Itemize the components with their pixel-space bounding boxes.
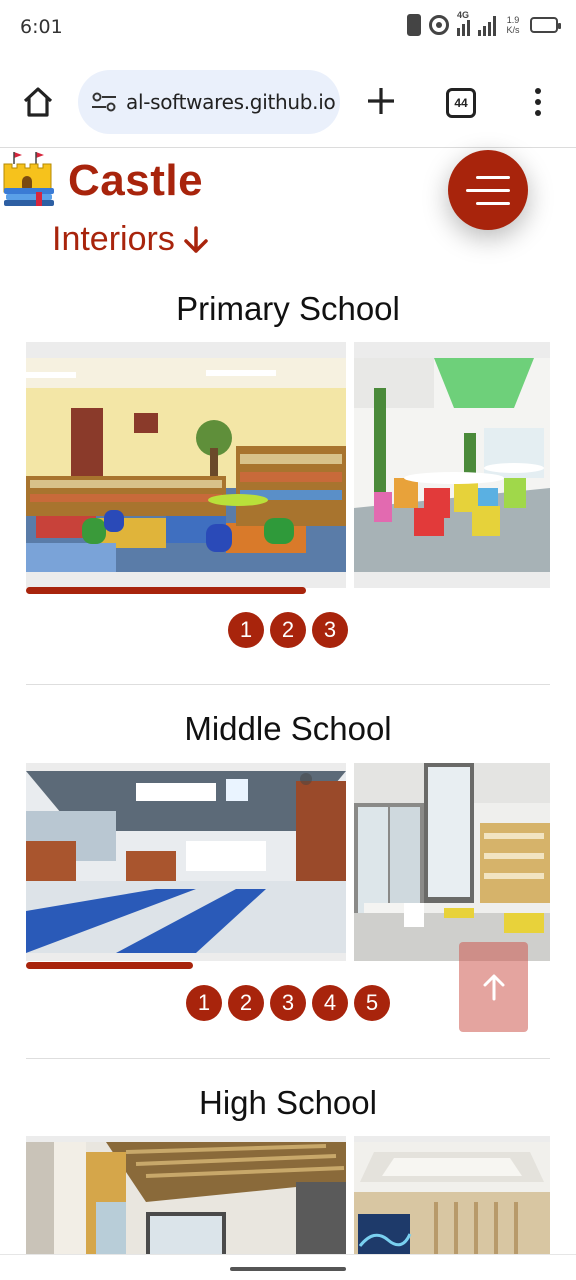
status-time: 6:01	[20, 16, 63, 38]
arrow-up-icon	[483, 974, 504, 1001]
section-divider	[26, 1058, 550, 1059]
hotspot-icon	[429, 15, 449, 35]
page-dot-middle-2[interactable]: 2	[228, 985, 264, 1021]
vibrate-icon	[407, 14, 421, 36]
more-menu-icon[interactable]	[528, 84, 548, 120]
browser-toolbar: al-softwares.github.io 44	[0, 56, 576, 148]
page-dot-middle-1[interactable]: 1	[186, 985, 222, 1021]
classroom-library-image	[26, 358, 346, 572]
castle-logo-icon[interactable]	[2, 150, 58, 208]
carousel-slide-high-2[interactable]	[354, 1136, 550, 1254]
arrow-down-icon	[184, 225, 208, 253]
pagination-primary: 1 2 3	[0, 612, 576, 648]
home-icon[interactable]	[20, 84, 56, 120]
signal-strength-icon	[478, 14, 496, 36]
site-settings-icon[interactable]	[90, 90, 118, 114]
address-bar[interactable]: al-softwares.github.io	[78, 70, 340, 134]
page-dot-middle-4[interactable]: 4	[312, 985, 348, 1021]
section-title-high-school: High School	[199, 1084, 377, 1121]
carousel-slide-high-1[interactable]	[26, 1136, 346, 1254]
tab-switcher-icon[interactable]: 44	[446, 88, 476, 118]
new-tab-icon[interactable]	[362, 82, 400, 120]
status-icons: 4G 1.9 K/s	[407, 10, 561, 36]
atrium-ceiling-image	[354, 1142, 550, 1254]
carousel-slide-primary-1[interactable]	[26, 342, 346, 588]
locker-hallway-image	[26, 771, 346, 953]
gesture-handle[interactable]	[230, 1267, 346, 1271]
page-dot-primary-3[interactable]: 3	[312, 612, 348, 648]
page-dot-middle-3[interactable]: 3	[270, 985, 306, 1021]
system-navigation-bar	[0, 1254, 576, 1280]
signal-icon: 4G	[457, 10, 470, 36]
network-type: 4G	[457, 10, 470, 20]
tagline: Interiors	[52, 220, 211, 259]
brand-name[interactable]: Castle	[68, 156, 203, 206]
scroll-to-top-button[interactable]	[459, 942, 528, 1032]
carousel-progress-middle	[26, 962, 193, 969]
colorful-cafeteria-image	[354, 358, 550, 572]
section-divider	[26, 684, 550, 685]
network-speed: 1.9 K/s	[506, 15, 520, 35]
carousel-slide-primary-2[interactable]	[354, 342, 550, 588]
page-dot-primary-2[interactable]: 2	[270, 612, 306, 648]
lounge-seating-image	[354, 763, 550, 961]
section-title-middle-school: Middle School	[184, 710, 392, 747]
page-dot-primary-1[interactable]: 1	[228, 612, 264, 648]
page-dot-middle-5[interactable]: 5	[354, 985, 390, 1021]
wood-ceiling-corridor-image	[26, 1142, 346, 1254]
section-title-primary-school: Primary School	[176, 290, 400, 327]
carousel-slide-middle-2[interactable]	[354, 763, 550, 961]
carousel-progress-primary	[26, 587, 306, 594]
tagline-text: Interiors	[52, 220, 175, 258]
carousel-slide-middle-1[interactable]	[26, 763, 346, 961]
battery-icon	[530, 17, 561, 33]
hamburger-menu-icon[interactable]	[448, 150, 528, 230]
url-text[interactable]: al-softwares.github.io	[126, 90, 335, 114]
status-bar: 6:01 4G 1.9 K/s	[0, 0, 576, 56]
tab-count: 44	[454, 96, 468, 110]
